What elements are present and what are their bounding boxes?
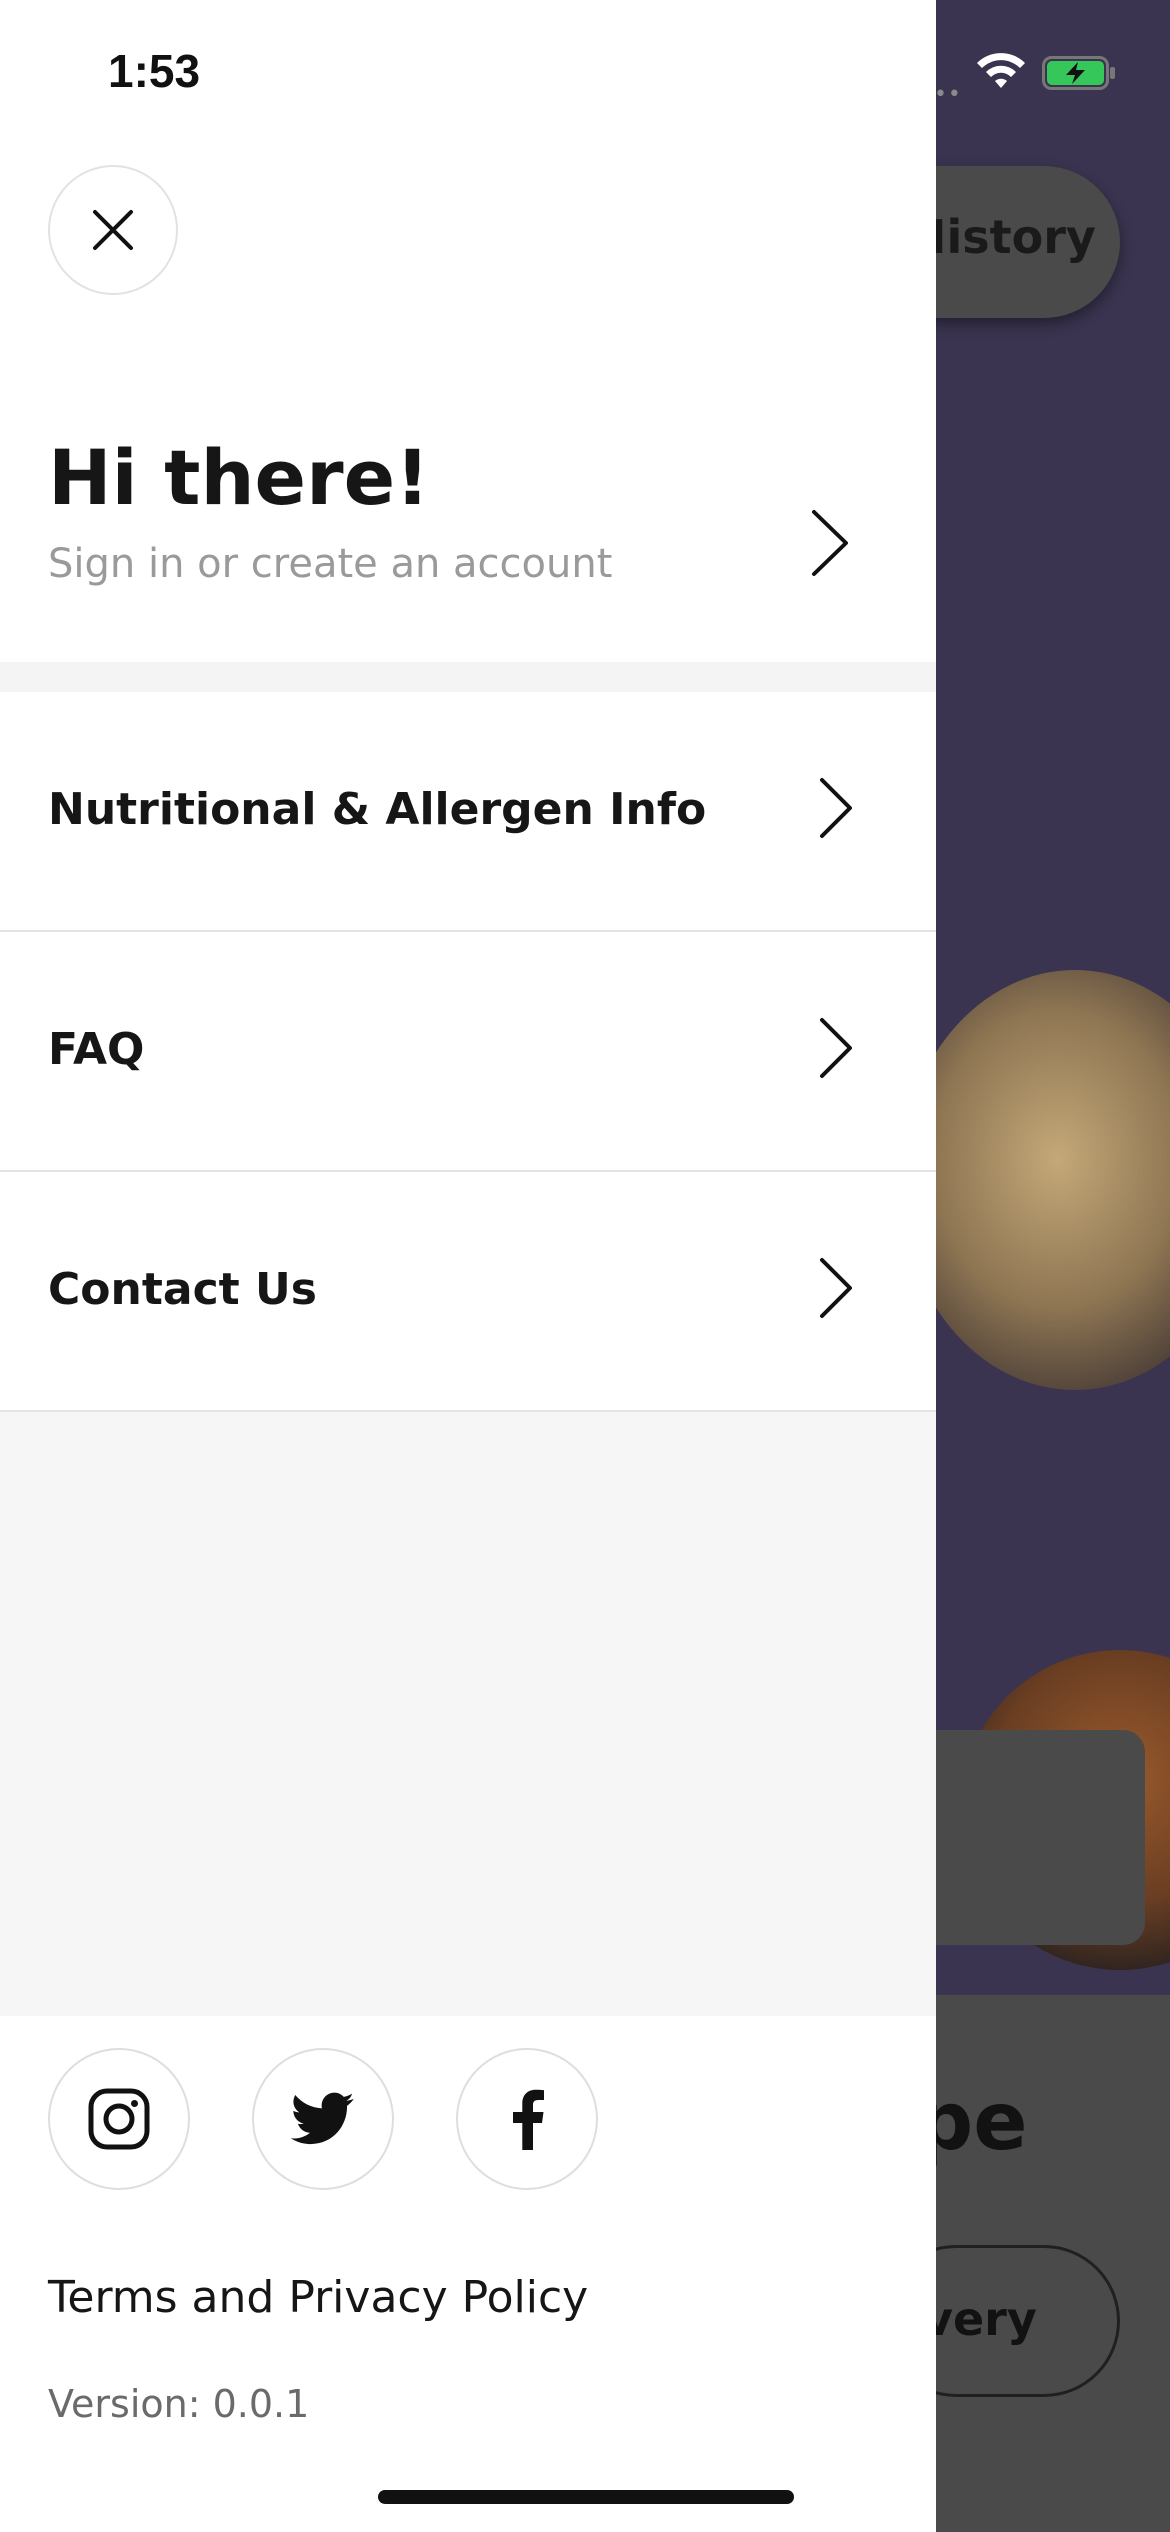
food-image bbox=[900, 970, 1170, 1390]
chevron-right-icon bbox=[820, 1258, 852, 1318]
home-indicator bbox=[378, 2490, 794, 2504]
terms-privacy-link[interactable]: Terms and Privacy Policy bbox=[48, 2272, 588, 2323]
menu-item-contact-us[interactable]: Contact Us bbox=[0, 1172, 936, 1412]
chevron-right-icon[interactable] bbox=[808, 508, 852, 578]
facebook-icon bbox=[513, 2089, 544, 2150]
facebook-button[interactable] bbox=[456, 2048, 598, 2190]
version-label: Version: 0.0.1 bbox=[48, 2382, 310, 2426]
greeting-subtitle: Sign in or create an account bbox=[48, 541, 613, 587]
drawer-footer: Terms and Privacy Policy Version: 0.0.1 bbox=[0, 2016, 936, 2532]
sign-in-prompt[interactable]: Hi there! Sign in or create an account bbox=[48, 433, 848, 587]
menu-item-nutritional-allergen-info[interactable]: Nutritional & Allergen Info bbox=[0, 692, 936, 932]
twitter-icon bbox=[291, 2092, 354, 2145]
menu-item-label: FAQ bbox=[48, 1024, 145, 1075]
menu-item-faq[interactable]: FAQ bbox=[0, 932, 936, 1172]
chevron-right-icon bbox=[820, 1018, 852, 1078]
twitter-button[interactable] bbox=[252, 2048, 394, 2190]
close-icon bbox=[93, 210, 133, 250]
status-bar-icons: •••• bbox=[906, 52, 1136, 107]
menu-item-label: Contact Us bbox=[48, 1264, 317, 1315]
greeting-title: Hi there! bbox=[48, 433, 430, 522]
instagram-button[interactable] bbox=[48, 2048, 190, 2190]
chevron-right-icon bbox=[820, 778, 852, 838]
menu-item-label: Nutritional & Allergen Info bbox=[48, 784, 707, 835]
instagram-icon bbox=[88, 2088, 150, 2150]
background-panel-button-label: very bbox=[923, 2292, 1037, 2346]
close-button[interactable] bbox=[48, 165, 178, 295]
section-divider bbox=[0, 662, 936, 692]
wifi-icon bbox=[977, 53, 1025, 88]
history-button-label: History bbox=[908, 210, 1096, 264]
side-drawer: 1:53 Hi there! Sign in or create an acco… bbox=[0, 0, 936, 2532]
status-time: 1:53 bbox=[108, 45, 201, 97]
battery-charging-icon bbox=[1042, 56, 1115, 90]
